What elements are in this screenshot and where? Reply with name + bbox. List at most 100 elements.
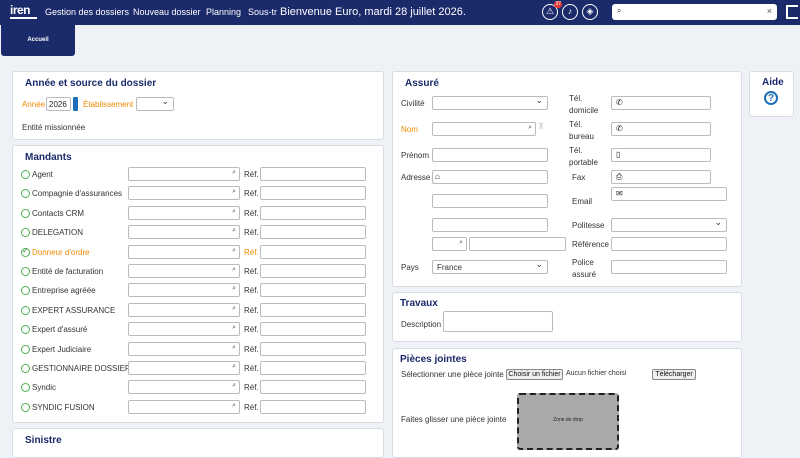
- search-icon[interactable]: ⌕: [232, 227, 236, 235]
- nav-sous-traitance[interactable]: Sous-tr: [248, 7, 277, 17]
- mandant-search-input[interactable]: ⌕: [128, 341, 240, 356]
- mandant-search-input[interactable]: ⌕: [128, 167, 240, 181]
- drag-attachment-label: Faites glisser une pièce jointe: [401, 415, 507, 424]
- adresse-line3-input[interactable]: [432, 218, 548, 232]
- logout-icon[interactable]: [786, 5, 798, 19]
- search-icon[interactable]: ⌕: [232, 344, 236, 352]
- mandant-ref-input[interactable]: [260, 361, 366, 375]
- mandant-search-input[interactable]: ⌕: [128, 361, 240, 375]
- mandant-ref-input[interactable]: [260, 322, 366, 337]
- tel-domicile-input[interactable]: ✆: [611, 96, 711, 110]
- clear-search-icon[interactable]: ×: [767, 6, 772, 16]
- mandant-ref-label: Réf.: [244, 344, 259, 354]
- nav-nouveau-dossier[interactable]: Nouveau dossier: [133, 7, 201, 17]
- mandant-search-input[interactable]: ⌕: [128, 283, 240, 298]
- mandant-search-input[interactable]: ⌕: [128, 302, 240, 317]
- bell-icon[interactable]: ♪: [562, 4, 578, 20]
- mandant-search-input[interactable]: ⌕: [128, 225, 240, 240]
- mandant-search-input[interactable]: ⌕: [128, 244, 240, 259]
- mandant-radio[interactable]: [21, 364, 30, 373]
- select-attachment-label: Sélectionner une pièce jointe: [401, 370, 504, 379]
- mandant-radio[interactable]: [21, 305, 30, 315]
- mandant-radio[interactable]: [21, 208, 30, 218]
- search-icon[interactable]: ⌕: [232, 188, 236, 196]
- mandant-ref-input[interactable]: [260, 225, 366, 240]
- mandant-radio[interactable]: [21, 267, 30, 276]
- search-icon[interactable]: ⌕: [232, 266, 236, 274]
- fax-label: Fax: [572, 173, 586, 182]
- mandant-search-input[interactable]: ⌕: [128, 186, 240, 201]
- politesse-select[interactable]: [611, 217, 727, 232]
- mandant-radio[interactable]: [21, 246, 30, 257]
- search-icon[interactable]: ⌕: [232, 363, 236, 371]
- ville-input[interactable]: [469, 237, 566, 251]
- mandant-ref-input[interactable]: [260, 302, 366, 317]
- search-icon[interactable]: ⌕: [232, 169, 236, 177]
- search-icon[interactable]: ⌕: [232, 208, 236, 216]
- search-icon[interactable]: ⌕: [232, 324, 236, 332]
- mandant-search-input[interactable]: ⌕: [128, 399, 240, 414]
- police-assure-input[interactable]: [611, 260, 727, 274]
- alert-bell-icon[interactable]: ⚠ 37: [542, 1, 562, 20]
- stepper-arrows-icon[interactable]: [73, 97, 78, 111]
- mandant-ref-input[interactable]: [260, 167, 366, 181]
- cube-icon[interactable]: ◈: [582, 4, 598, 20]
- civilite-select[interactable]: [432, 95, 548, 110]
- prenom-input[interactable]: [432, 148, 548, 162]
- mandant-radio[interactable]: [21, 402, 30, 412]
- mandant-radio[interactable]: [21, 170, 30, 179]
- nav-gestion-dossiers[interactable]: Gestion des dossiers: [45, 7, 129, 17]
- pays-select[interactable]: France: [432, 259, 548, 274]
- annee-stepper[interactable]: 2026: [46, 97, 71, 111]
- search-icon[interactable]: ⌕: [232, 305, 236, 313]
- mandant-ref-input[interactable]: [260, 341, 366, 356]
- upload-button[interactable]: Télécharger: [652, 369, 696, 380]
- search-icon[interactable]: ⌕: [232, 402, 236, 410]
- assure-title: Assuré: [405, 78, 439, 89]
- mandant-ref-input[interactable]: [260, 283, 366, 298]
- search-icon[interactable]: ⌕: [459, 239, 463, 247]
- search-icon[interactable]: ⌕: [232, 382, 236, 390]
- mandant-label: Expert d'assuré: [32, 325, 88, 335]
- reference-input[interactable]: [611, 237, 727, 251]
- adresse-line1-input[interactable]: ⌂: [432, 170, 548, 184]
- mandant-search-input[interactable]: ⌕: [128, 205, 240, 220]
- help-icon[interactable]: ?: [764, 91, 778, 105]
- description-textarea[interactable]: [443, 311, 553, 332]
- mandant-ref-input[interactable]: [260, 205, 366, 220]
- tab-accueil[interactable]: Accueil: [1, 25, 75, 56]
- mandant-ref-input[interactable]: [260, 244, 366, 259]
- aide-title: Aide: [762, 77, 784, 88]
- search-icon[interactable]: ⌕: [232, 285, 236, 293]
- mandant-search-input[interactable]: ⌕: [128, 322, 240, 337]
- etablissement-select[interactable]: [136, 96, 174, 111]
- mandant-ref-input[interactable]: [260, 399, 366, 414]
- nav-planning[interactable]: Planning: [206, 7, 241, 17]
- mandant-search-input[interactable]: ⌕: [128, 380, 240, 395]
- drop-zone[interactable]: Zone de drop: [517, 393, 619, 450]
- annee-label: Année: [22, 100, 46, 109]
- description-label: Description: [401, 320, 442, 329]
- mandant-ref-input[interactable]: [260, 186, 366, 201]
- tel-portable-input[interactable]: ▯: [611, 148, 711, 162]
- tel-bureau-input[interactable]: ✆: [611, 122, 711, 136]
- civilite-label: Civilité: [401, 99, 425, 108]
- global-search-input[interactable]: ⌕ ×: [612, 4, 777, 20]
- pin-icon[interactable]: ⊼: [538, 122, 544, 131]
- search-icon[interactable]: ⌕: [232, 247, 236, 255]
- search-icon[interactable]: ⌕: [528, 124, 532, 132]
- mandant-ref-input[interactable]: [260, 380, 366, 395]
- phone-icon: ✆: [616, 124, 623, 133]
- fax-input[interactable]: ⎙: [611, 170, 711, 184]
- code-postal-input[interactable]: ⌕: [432, 237, 467, 251]
- choose-file-button[interactable]: Choisir un fichier: [506, 369, 563, 380]
- email-input[interactable]: ✉: [611, 187, 727, 201]
- app-logo[interactable]: iren: [10, 3, 31, 17]
- mandant-ref-label: Réf.: [244, 228, 259, 238]
- mandant-ref-label: Réf.: [244, 170, 259, 179]
- mandant-search-input[interactable]: ⌕: [128, 264, 240, 278]
- nom-input[interactable]: ⌕: [432, 122, 536, 136]
- mandant-ref-input[interactable]: [260, 264, 366, 278]
- mandant-radio[interactable]: [21, 344, 30, 354]
- adresse-line2-input[interactable]: [432, 194, 548, 208]
